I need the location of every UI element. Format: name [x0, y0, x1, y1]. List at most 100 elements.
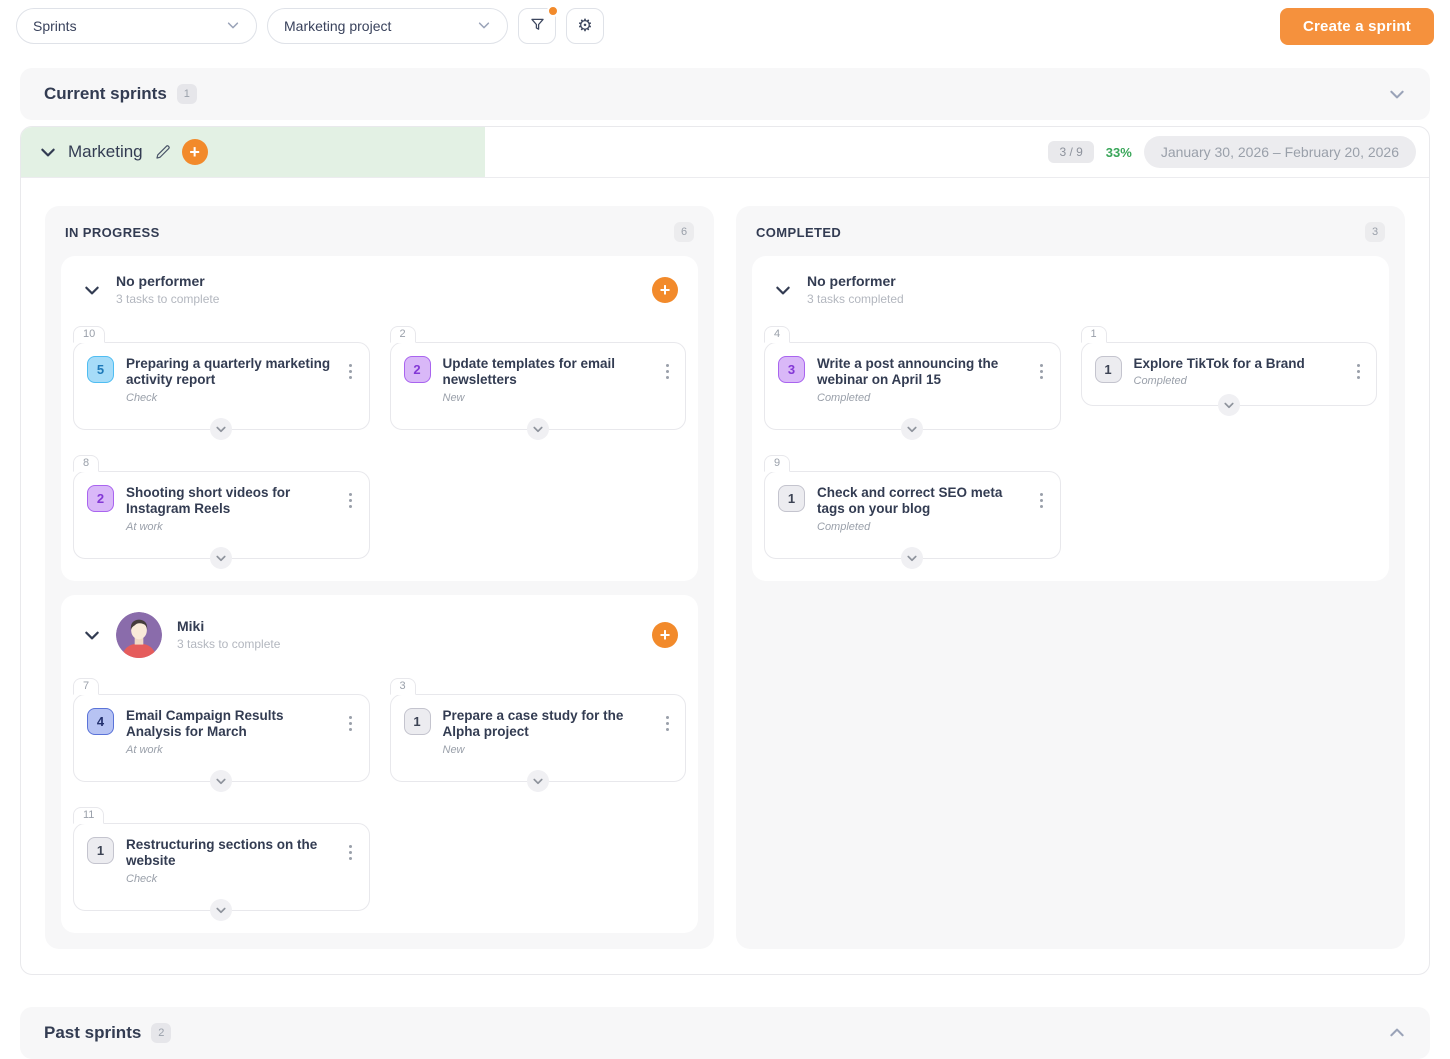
collapse-chevron-up-icon[interactable]: [1388, 1024, 1406, 1042]
task-counter-tab: 1: [1081, 326, 1107, 343]
sprint-collapse-chevron-icon[interactable]: [39, 143, 57, 161]
task-status: At work: [126, 521, 331, 533]
task-expand-button[interactable]: [210, 418, 232, 440]
task-menu-button[interactable]: [1034, 356, 1050, 404]
task-card[interactable]: 1Restructuring sections on the websiteCh…: [73, 823, 370, 911]
chevron-down-icon: [477, 18, 491, 35]
task-counter-tab: 11: [73, 807, 104, 824]
task-menu-button[interactable]: [1350, 356, 1366, 387]
past-sprints-count-badge: 2: [151, 1023, 171, 1043]
status-column-panel: IN PROGRESS6 No performer 3 tasks to compl…: [45, 206, 714, 949]
chevron-down-icon: [226, 18, 240, 35]
sprints-select-value: Sprints: [33, 18, 77, 34]
create-sprint-button[interactable]: Create a sprint: [1280, 8, 1434, 45]
settings-button[interactable]: ⚙: [566, 8, 604, 44]
sprint-card: Marketing + 3 / 9 33% January 30, 2026 –…: [20, 126, 1430, 975]
task-card[interactable]: 1 Prepare a case study for the Alpha proj…: [390, 694, 687, 782]
add-task-to-performer-button[interactable]: +: [652, 622, 678, 648]
task-card[interactable]: 1Check and correct SEO meta tags on your…: [764, 471, 1061, 559]
project-select[interactable]: Marketing project: [267, 8, 508, 44]
story-points-badge: 2: [404, 356, 431, 383]
group-collapse-chevron-icon[interactable]: [83, 626, 101, 644]
task-title: Preparing a quarterly marketing activity…: [126, 356, 331, 389]
story-points-badge: 4: [87, 708, 114, 735]
task-expand-button[interactable]: [901, 418, 923, 440]
collapse-chevron-icon[interactable]: [1388, 85, 1406, 103]
sprints-select[interactable]: Sprints: [16, 8, 257, 44]
task-card[interactable]: 2Update templates for email newslettersN…: [390, 342, 687, 430]
task-body: Prepare a case study for the Alpha proje…: [443, 708, 648, 756]
add-task-button[interactable]: +: [182, 139, 208, 165]
story-points-badge: 2: [87, 485, 114, 512]
task-menu-button[interactable]: [343, 708, 359, 756]
column-header: COMPLETED3: [752, 220, 1389, 242]
task-expand-button[interactable]: [210, 547, 232, 569]
task-menu-button[interactable]: [343, 485, 359, 533]
task-counter-tab: 8: [73, 455, 99, 472]
column-count-badge: 6: [674, 222, 694, 242]
task-card-wrapper: 105Preparing a quarterly marketing activ…: [73, 326, 370, 430]
story-points-badge: 1: [778, 485, 805, 512]
story-points-badge: 1: [404, 708, 431, 735]
task-title: Restructuring sections on the website: [126, 837, 331, 870]
task-card[interactable]: 5 Preparing a quarterly marketing activit…: [73, 342, 370, 430]
task-title: Explore TikTok for a Brand: [1134, 356, 1339, 372]
past-sprints-bar[interactable]: Past sprints 2: [20, 1007, 1430, 1059]
task-expand-button[interactable]: [210, 899, 232, 921]
sprint-name: Marketing: [68, 142, 143, 162]
task-expand-button[interactable]: [901, 547, 923, 569]
task-card-wrapper: 22Update templates for email newsletters…: [390, 326, 687, 430]
group-collapse-chevron-icon[interactable]: [774, 281, 792, 299]
progress-percent: 33%: [1106, 145, 1132, 160]
task-card[interactable]: 4 Email Campaign Results Analysis for Mar…: [73, 694, 370, 782]
task-menu-button[interactable]: [659, 356, 675, 404]
current-sprints-title: Current sprints: [44, 84, 167, 104]
edit-sprint-icon[interactable]: [154, 144, 171, 161]
task-expand-button[interactable]: [527, 770, 549, 792]
story-points-badge: 5: [87, 356, 114, 383]
task-expand-button[interactable]: [210, 770, 232, 792]
task-expand-button[interactable]: [1218, 394, 1240, 416]
task-menu-button[interactable]: [659, 708, 675, 756]
task-counter-tab: 3: [390, 678, 416, 695]
performer-task-count: 3 tasks to complete: [177, 637, 280, 651]
task-title: Shooting short videos for Instagram Reel…: [126, 485, 331, 518]
task-status: Check: [126, 873, 331, 885]
group-collapse-chevron-icon[interactable]: [83, 281, 101, 299]
current-sprints-bar[interactable]: Current sprints 1: [20, 68, 1430, 120]
performer-info: No performer 3 tasks to complete: [116, 273, 219, 306]
task-body: Write a post announcing the webinar on A…: [817, 356, 1022, 404]
performer-group: No performer3 tasks completed43Write a p…: [752, 256, 1389, 581]
filter-notification-dot: [547, 5, 559, 17]
task-grid: 105Preparing a quarterly marketing activ…: [73, 318, 686, 559]
performer-task-count: 3 tasks to complete: [116, 292, 219, 306]
task-title: Write a post announcing the webinar on A…: [817, 356, 1022, 389]
performer-info: Miki3 tasks to complete: [177, 618, 280, 651]
task-card[interactable]: 3Write a post announcing the webinar on …: [764, 342, 1061, 430]
task-body: Preparing a quarterly marketing activity…: [126, 356, 331, 404]
task-card[interactable]: 2 Shooting short videos for Instagram Ree…: [73, 471, 370, 559]
task-status: At work: [126, 744, 331, 756]
add-task-to-performer-button[interactable]: +: [652, 277, 678, 303]
task-card[interactable]: 1Explore TikTok for a BrandCompleted: [1081, 342, 1378, 406]
performer-group-header: No performer3 tasks completed: [764, 256, 1377, 318]
task-menu-button[interactable]: [343, 837, 359, 885]
task-counter-tab: 9: [764, 455, 790, 472]
performer-name: No performer: [116, 273, 219, 289]
performer-group-header: No performer 3 tasks to complete +: [73, 256, 686, 318]
column-title: COMPLETED: [756, 225, 841, 240]
performer-name: No performer: [807, 273, 904, 289]
filter-button[interactable]: [518, 8, 556, 44]
task-card-wrapper: 111Restructuring sections on the website…: [73, 807, 370, 911]
task-counter-tab: 2: [390, 326, 416, 343]
task-expand-button[interactable]: [527, 418, 549, 440]
performer-avatar: [116, 612, 162, 658]
task-title: Email Campaign Results Analysis for Marc…: [126, 708, 331, 741]
performer-group: Miki3 tasks to complete+74Email Campaign…: [61, 595, 698, 933]
task-menu-button[interactable]: [1034, 485, 1050, 533]
task-card-wrapper: 11Explore TikTok for a BrandCompleted: [1081, 326, 1378, 406]
current-sprints-count-badge: 1: [177, 84, 197, 104]
column-header: IN PROGRESS6: [61, 220, 698, 242]
task-menu-button[interactable]: [343, 356, 359, 404]
performer-group-header: Miki3 tasks to complete +: [73, 595, 686, 670]
